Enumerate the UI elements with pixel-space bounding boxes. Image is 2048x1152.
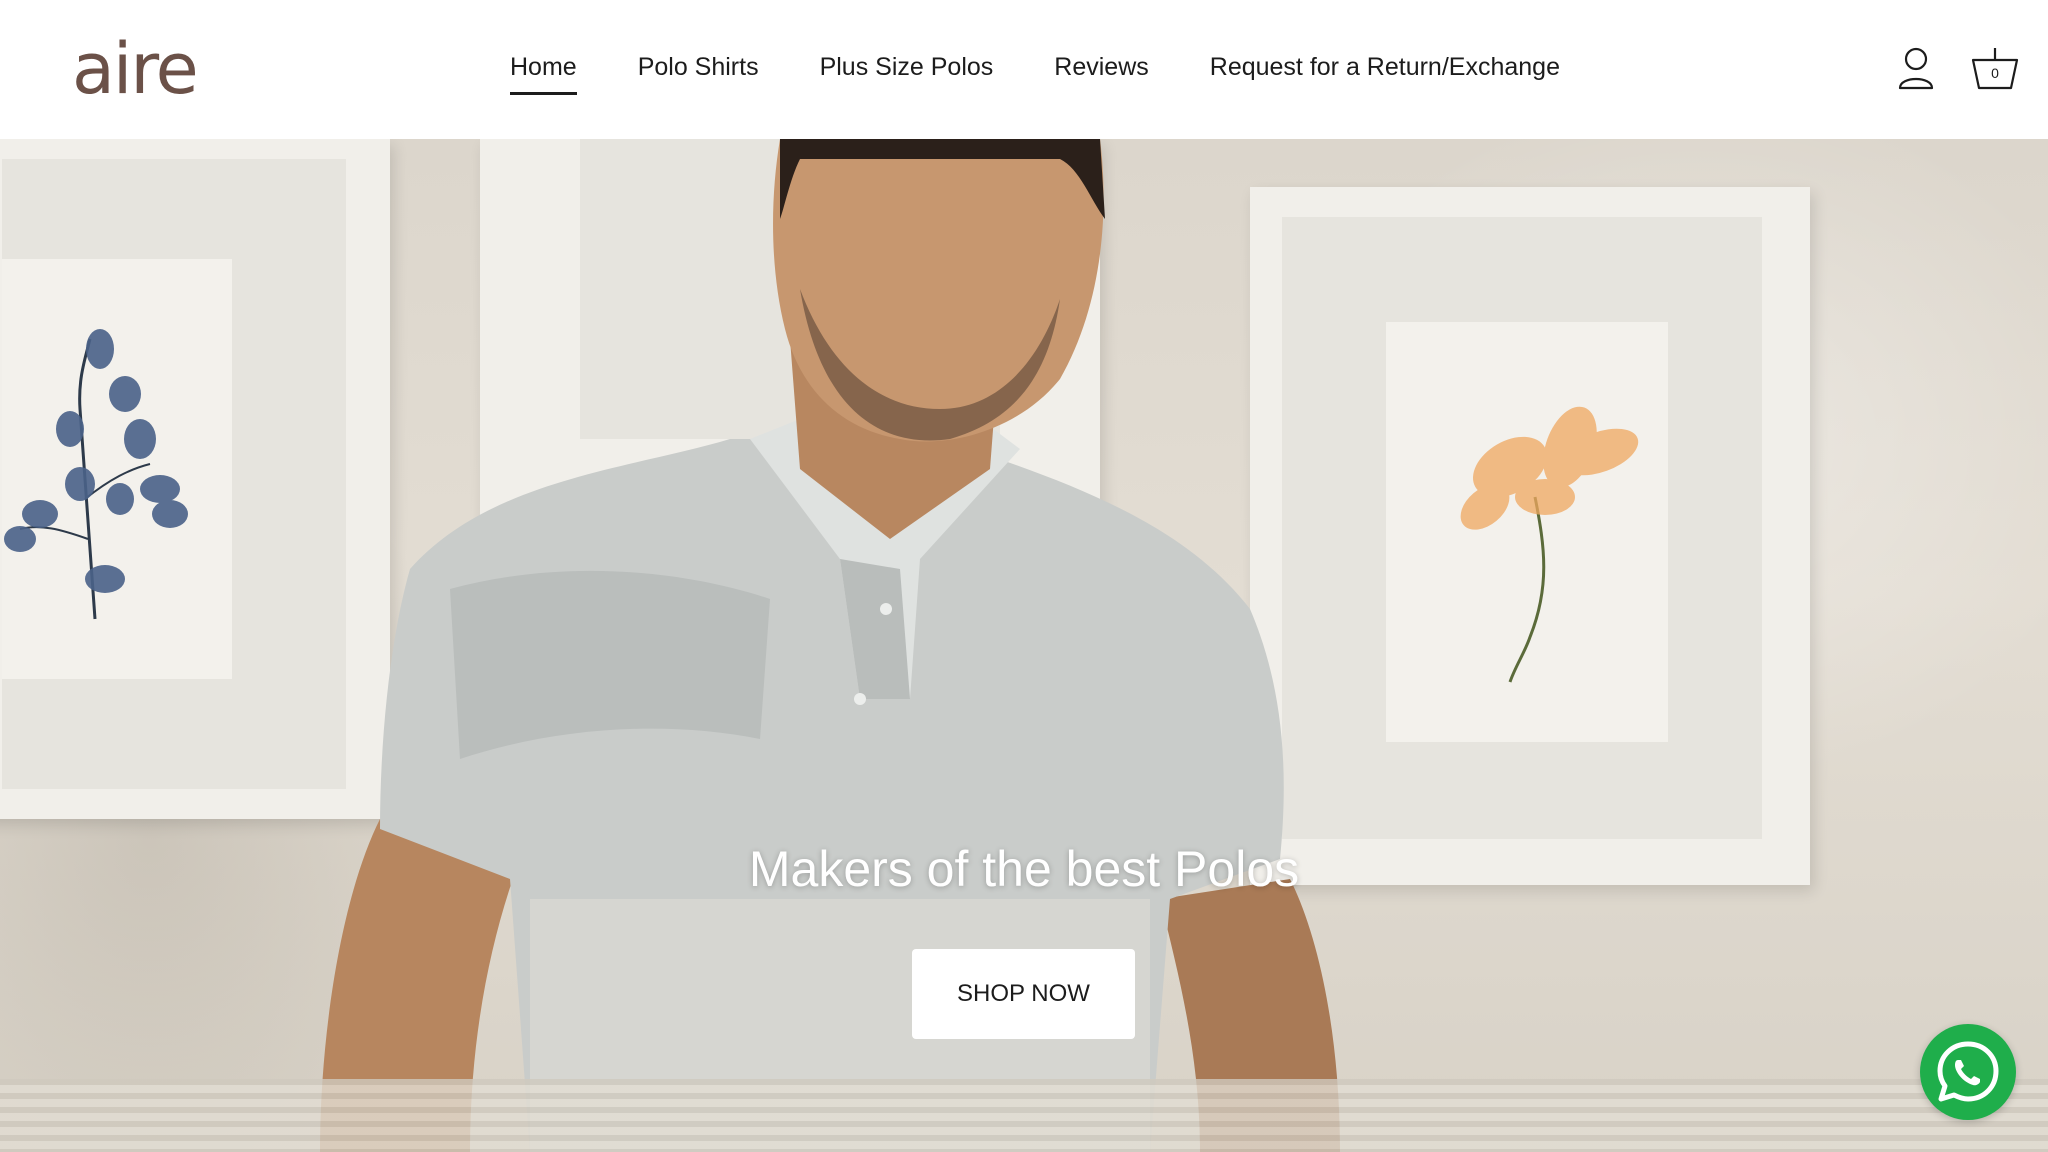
user-icon [1898, 47, 1934, 90]
whatsapp-chat-button[interactable] [1920, 1024, 2016, 1120]
cart-count: 0 [1991, 65, 1999, 81]
model-photo [320, 139, 1340, 1152]
leaf-artwork [4, 329, 188, 620]
hero-title: Makers of the best Polos [748, 841, 1300, 897]
brand-logo[interactable]: aire [72, 34, 199, 104]
wall-molding [0, 1079, 2048, 1152]
hero-banner: Makers of the best Polos SHOP NOW [0, 139, 2048, 1152]
cart-button[interactable]: 0 [1970, 46, 2020, 92]
nav-home[interactable]: Home [510, 48, 577, 95]
nav-plus-size-polos[interactable]: Plus Size Polos [820, 48, 994, 86]
nav-polo-shirts[interactable]: Polo Shirts [638, 48, 759, 86]
whatsapp-icon [1937, 1041, 1999, 1102]
flower-artwork [1460, 406, 1639, 683]
site-header: aire Home Polo Shirts Plus Size Polos Re… [0, 0, 2048, 139]
main-nav: Home Polo Shirts Plus Size Polos Reviews… [510, 48, 1560, 95]
nav-return-exchange[interactable]: Request for a Return/Exchange [1210, 48, 1560, 86]
shop-now-button[interactable]: SHOP NOW [912, 949, 1135, 1039]
account-button[interactable] [1896, 46, 1936, 91]
nav-reviews[interactable]: Reviews [1054, 48, 1148, 86]
